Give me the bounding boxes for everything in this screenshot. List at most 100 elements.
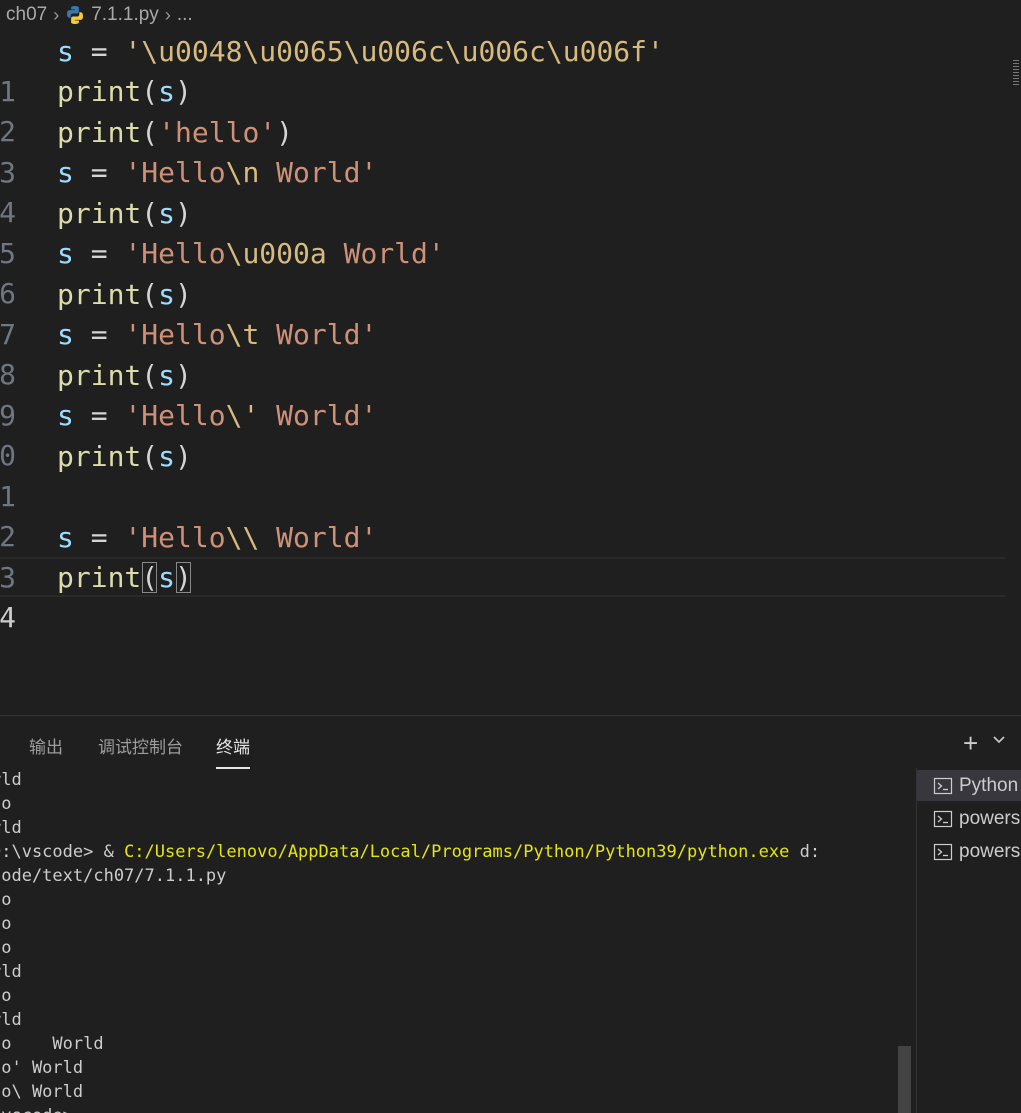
terminal-list: Python powershell powershell	[916, 768, 1021, 1113]
breadcrumb-file-label: 7.1.1.py	[91, 4, 159, 25]
terminal-item-powershell[interactable]: powershell	[917, 836, 1021, 867]
code-editor[interactable]: 1 s = '\u0048\u0065\u006c\u006c\u006f' 2…	[0, 30, 1021, 715]
code-token-var: s	[158, 359, 176, 392]
code-token-string: World'	[259, 156, 378, 189]
code-token-var: s	[57, 399, 74, 432]
code-token-paren: )	[276, 116, 294, 149]
terminal-line: lo	[0, 914, 12, 934]
code-token-op: =	[73, 237, 125, 270]
code-line[interactable]: 4 print(s)	[0, 558, 1005, 634]
code-token-var: s	[158, 440, 176, 473]
terminal-line: lo	[0, 938, 12, 958]
minimap[interactable]	[1013, 60, 1019, 86]
code-token-escape: \'	[225, 399, 260, 432]
breadcrumb: › ch07 › 7.1.1.py › ...	[0, 0, 1021, 30]
code-token-string: World'	[259, 399, 378, 432]
code-token-fn: print	[57, 359, 142, 392]
code-line[interactable]: 1 print(s)	[0, 437, 1005, 513]
code-token-string: 'Hello	[124, 399, 226, 432]
code-line[interactable]: 2	[0, 477, 1005, 553]
code-line[interactable]: 7 print(s)	[0, 275, 1005, 351]
code-token-string: 'Hello	[124, 318, 226, 351]
chevron-right-icon: ›	[164, 4, 171, 25]
code-token-var: s	[57, 318, 74, 351]
new-terminal-button[interactable]: +	[963, 728, 978, 759]
terminal-line: rld	[0, 962, 22, 982]
breadcrumb-file[interactable]: 7.1.1.py	[65, 4, 159, 26]
code-token-fn: print	[57, 278, 142, 311]
terminal-line: D:\vscode> & C:/Users/lenovo/AppData/Loc…	[0, 840, 820, 864]
code-token-string: 'hello'	[158, 116, 277, 149]
terminal-line: rld	[0, 770, 22, 790]
code-token-paren: (	[141, 561, 159, 594]
code-line[interactable]: 3 print('hello')	[0, 113, 1005, 189]
code-token-var: s	[57, 521, 74, 554]
code-token-fn: print	[57, 561, 142, 594]
code-token-string: '\u0048\u0065\u006c\u006c\u006f'	[124, 35, 664, 68]
terminal-line: lo\ World	[0, 1082, 84, 1102]
code-token-fn: print	[57, 75, 142, 108]
terminal-item-label: powershell	[959, 807, 1021, 829]
code-line[interactable]: 0 s = 'Hello\' World'	[0, 396, 1005, 472]
python-file-icon	[67, 6, 84, 24]
code-token-string: World'	[259, 318, 378, 351]
panel-tabs: 输出 调试控制台 终端 +	[0, 716, 1021, 769]
code-token-escape: \t	[225, 318, 260, 351]
terminal-command-arg: d:	[789, 842, 821, 862]
code-token-op: =	[73, 156, 125, 189]
terminal-icon	[933, 843, 953, 860]
code-token-fn: print	[57, 440, 142, 473]
code-token-paren: )	[175, 359, 192, 392]
code-line[interactable]: 5 print(s)	[0, 194, 1005, 270]
code-token-var: s	[57, 156, 74, 189]
terminal-command-path: C:/Users/lenovo/AppData/Local/Programs/P…	[124, 842, 790, 862]
code-token-op: =	[73, 35, 125, 68]
code-token-fn: print	[57, 116, 142, 149]
tab-output[interactable]: 输出	[29, 733, 63, 763]
code-token-paren: (	[141, 197, 159, 230]
code-token-string: World'	[259, 521, 378, 554]
code-token-escape: \u000a	[225, 237, 327, 270]
code-line[interactable]: 3 s = 'Hello\\ World'	[0, 518, 1005, 594]
code-token-paren: )	[175, 197, 192, 230]
terminal-scrollbar[interactable]	[898, 1046, 911, 1113]
code-token-var: s	[158, 278, 176, 311]
breadcrumb-folder-label: ch07	[6, 4, 48, 25]
code-token-var: s	[158, 561, 176, 594]
code-line[interactable]: 6 s = 'Hello\u000a World'	[0, 234, 1005, 310]
terminal-item-label: Python	[959, 774, 1019, 796]
code-token-string: 'Hello	[124, 521, 226, 554]
tab-terminal[interactable]: 终端	[216, 733, 250, 769]
terminal-icon	[933, 777, 953, 794]
bottom-panel: 输出 调试控制台 终端 + rld lo rld D:\vscode> & C:…	[0, 715, 1021, 1113]
code-token-fn: print	[57, 197, 142, 230]
code-token-op: =	[73, 318, 125, 351]
terminal-item-powershell[interactable]: powershell	[917, 803, 1021, 834]
breadcrumb-folder[interactable]: › ch07	[0, 4, 47, 26]
code-line[interactable]: 1 s = '\u0048\u0065\u006c\u006c\u006f'	[0, 32, 1005, 108]
code-line[interactable]: 8 s = 'Hello\t World'	[0, 315, 1005, 391]
terminal-line: lo	[0, 890, 12, 910]
tab-debug-console[interactable]: 调试控制台	[98, 733, 183, 763]
code-token-paren: (	[141, 116, 159, 149]
terminal-line: lo	[0, 794, 12, 814]
terminal-line: lo World	[0, 1034, 104, 1054]
code-line[interactable]: 4 s = 'Hello\n World'	[0, 153, 1005, 229]
terminal-line: rld	[0, 1010, 22, 1030]
code-token-var: s	[57, 35, 74, 68]
chevron-down-icon[interactable]	[992, 734, 1006, 746]
code-token-string: 'Hello	[124, 156, 226, 189]
terminal-output[interactable]: rld lo rld D:\vscode> & C:/Users/lenovo/…	[0, 768, 913, 1113]
code-token-escape: \n	[225, 156, 260, 189]
breadcrumb-more[interactable]: ...	[177, 4, 193, 26]
terminal-line: lo	[0, 986, 12, 1006]
terminal-item-python[interactable]: Python	[917, 770, 1021, 801]
line-number: 4	[0, 601, 16, 634]
code-token-escape: \\	[225, 521, 260, 554]
code-token-op: =	[73, 521, 125, 554]
code-token-string: World'	[326, 237, 445, 270]
code-token-op: =	[73, 399, 125, 432]
terminal-item-label: powershell	[959, 840, 1021, 862]
code-line[interactable]: 2 print(s)	[0, 72, 1005, 148]
code-line[interactable]: 9 print(s)	[0, 356, 1005, 432]
